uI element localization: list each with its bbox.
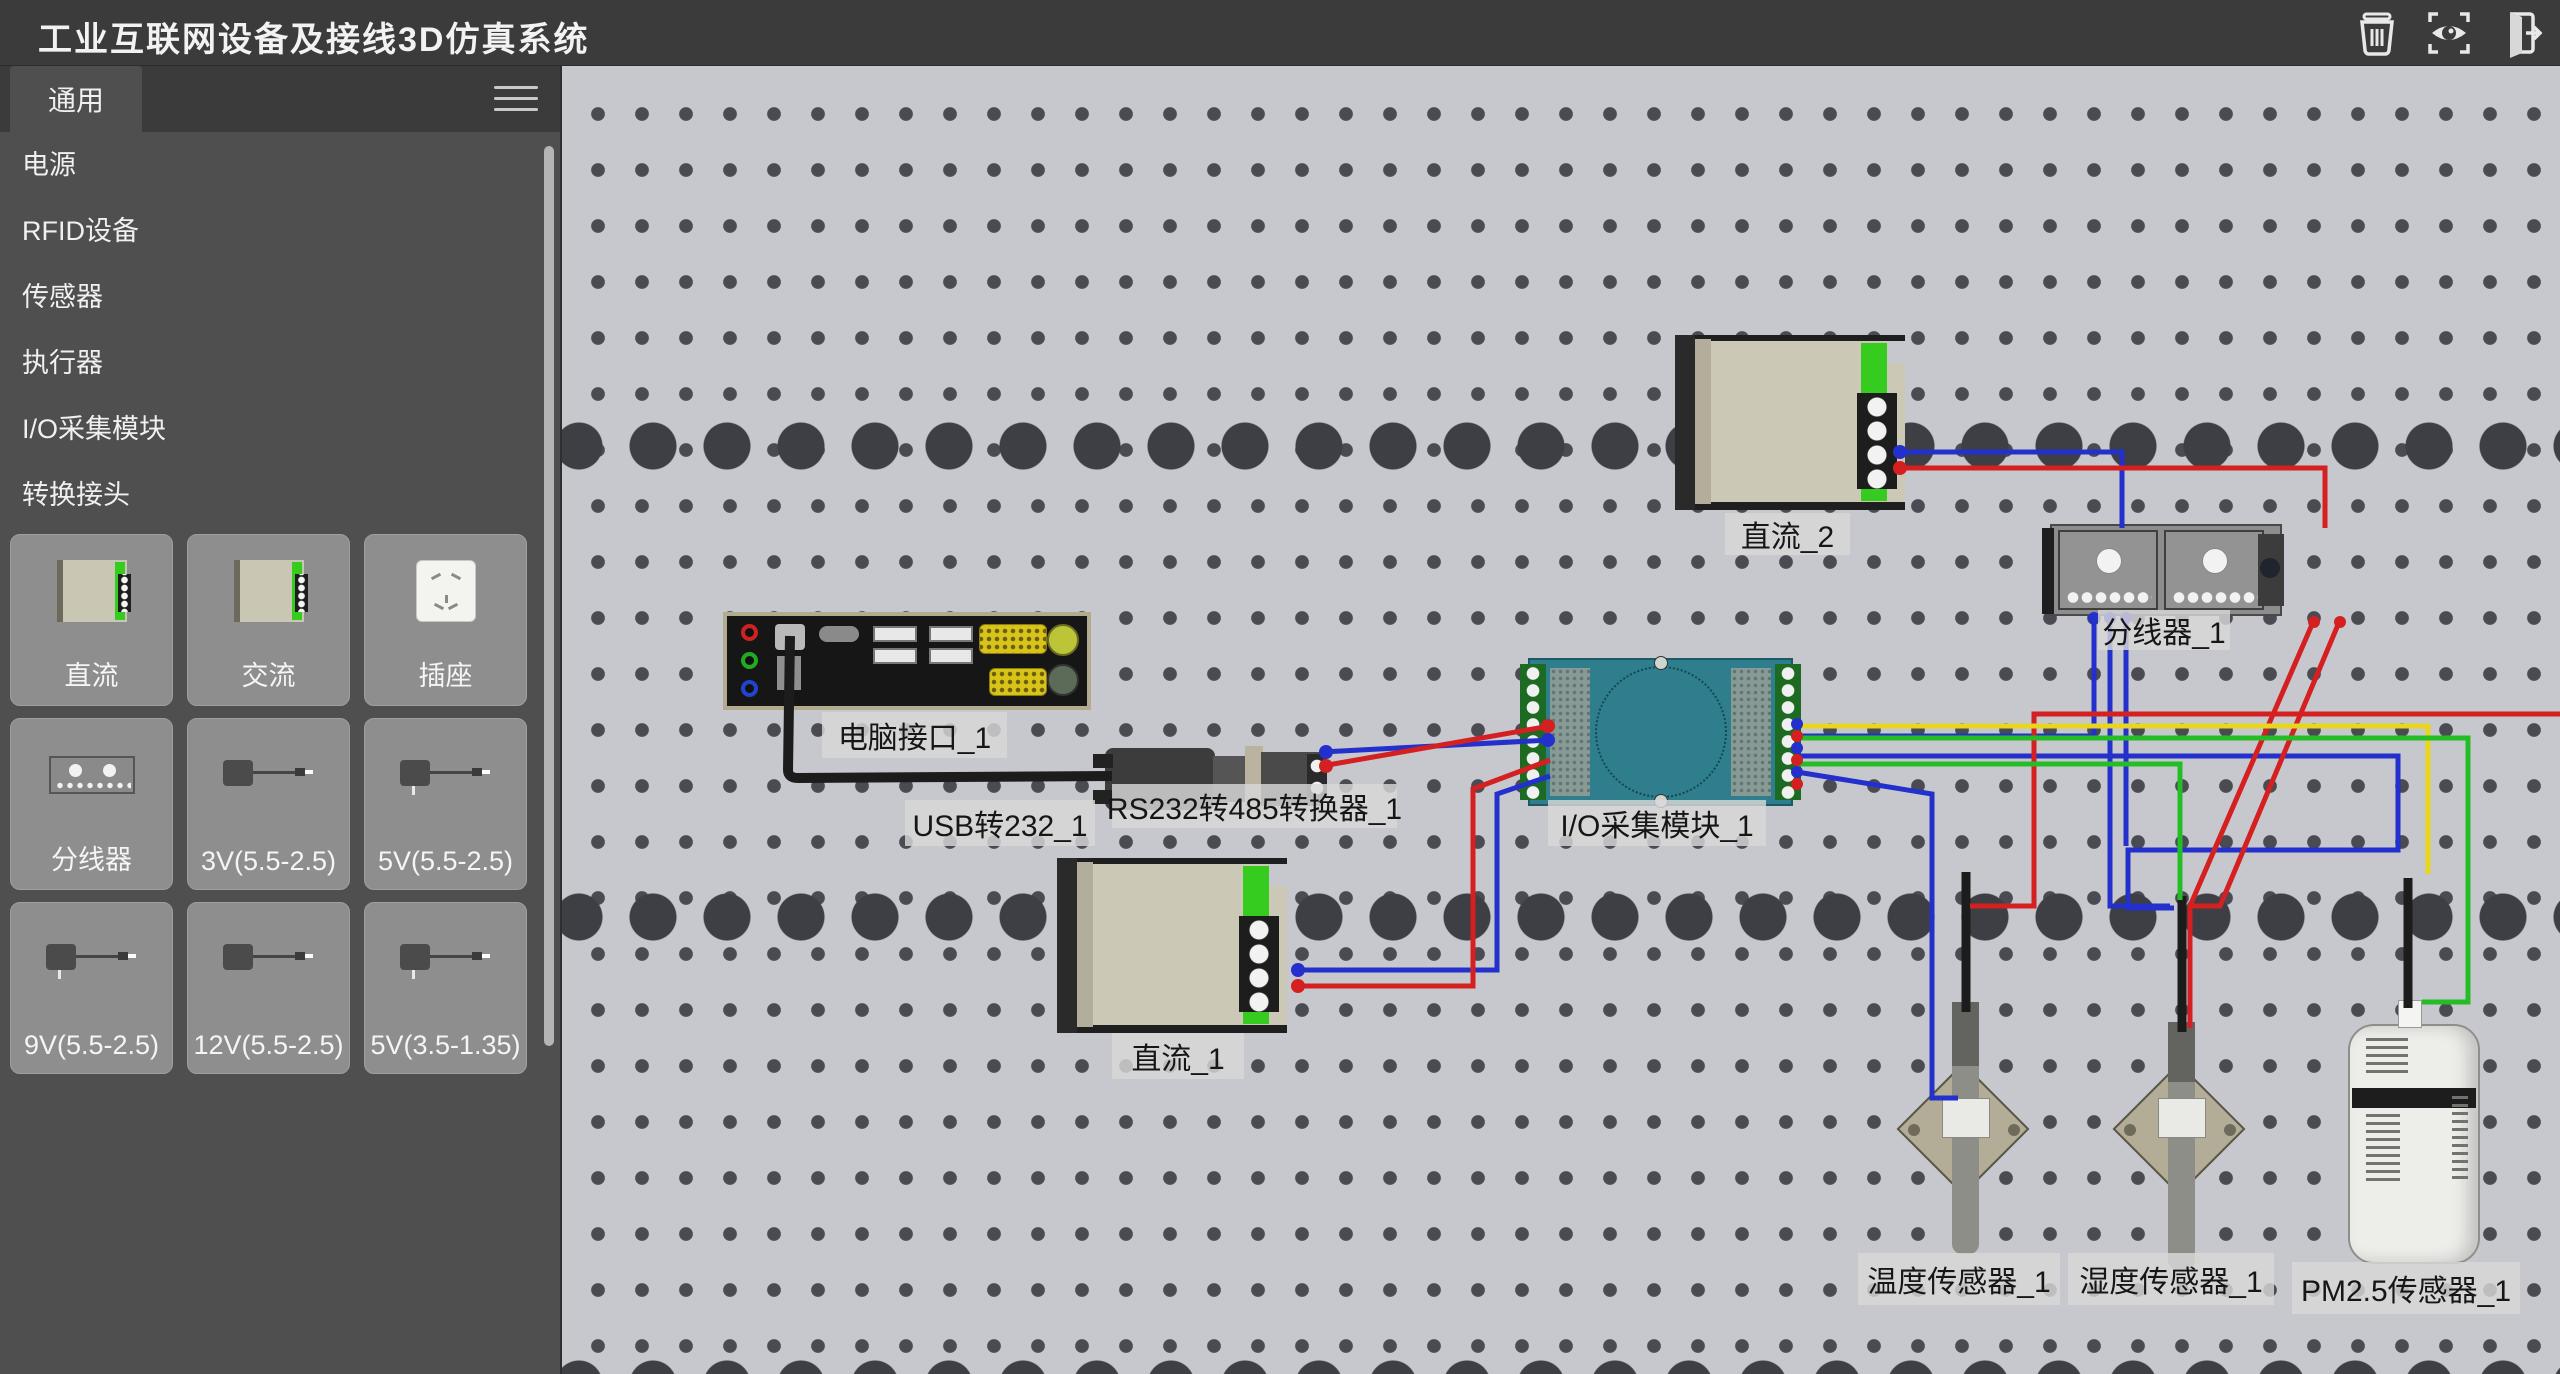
delete-button[interactable] — [2350, 6, 2404, 60]
component-card-9v[interactable]: 9V(5.5-2.5) — [10, 902, 173, 1074]
component-card-socket[interactable]: 插座 — [364, 534, 527, 706]
device-label-dc-2: 直流_2 — [1725, 513, 1850, 555]
device-io-module-1[interactable] — [1528, 658, 1793, 806]
component-label: 9V(5.5-2.5) — [11, 1030, 172, 1061]
ac-psu-thumbnail — [234, 560, 304, 622]
splitter-thumbnail — [49, 756, 135, 794]
component-grid: 直流 交流 插座 分线器 3V(5.5-2.5) 5V(5.5-2.5) — [10, 534, 540, 1074]
component-card-12v[interactable]: 12V(5.5-2.5) — [187, 902, 350, 1074]
menu-item-sensor[interactable]: 传感器 — [0, 264, 560, 330]
menu-icon[interactable] — [494, 86, 538, 112]
adapter-thumbnail — [223, 758, 315, 792]
trash-icon — [2352, 8, 2402, 58]
adapter-thumbnail — [46, 942, 138, 976]
menu-item-io-module[interactable]: I/O采集模块 — [0, 396, 560, 462]
component-label: 3V(5.5-2.5) — [188, 846, 349, 877]
device-label-humidity-sensor-1: 湿度传感器_1 — [2068, 1253, 2274, 1305]
eye-scan-icon — [2424, 8, 2474, 58]
component-card-3v[interactable]: 3V(5.5-2.5) — [187, 718, 350, 890]
preview-button[interactable] — [2422, 6, 2476, 60]
exit-button[interactable] — [2494, 6, 2548, 60]
device-label-splitter-1: 分线器_1 — [2098, 610, 2230, 650]
device-splitter-1[interactable] — [2050, 524, 2282, 616]
sidebar-tabbar: 通用 — [0, 66, 560, 132]
device-dc-2[interactable] — [1675, 335, 1905, 510]
header-bar: 工业互联网设备及接线3D仿真系统 — [0, 0, 2560, 66]
device-label-pm25-sensor-1: PM2.5传感器_1 — [2292, 1262, 2520, 1314]
component-label: 插座 — [365, 654, 526, 693]
component-label: 5V(5.5-2.5) — [365, 846, 526, 877]
dc-psu-thumbnail — [57, 560, 127, 622]
adapter-thumbnail — [400, 758, 492, 792]
app-title: 工业互联网设备及接线3D仿真系统 — [38, 12, 589, 61]
exit-door-icon — [2496, 8, 2546, 58]
header-actions — [2350, 6, 2548, 60]
component-sidebar: 通用 电源 RFID设备 传感器 执行器 I/O采集模块 转换接头 直流 交流 … — [0, 66, 562, 1374]
component-card-5v[interactable]: 5V(5.5-2.5) — [364, 718, 527, 890]
menu-item-adapter[interactable]: 转换接头 — [0, 462, 560, 528]
component-label: 分线器 — [11, 838, 172, 877]
device-dc-1[interactable] — [1057, 858, 1287, 1033]
device-label-io-module-1: I/O采集模块_1 — [1548, 800, 1766, 846]
adapter-thumbnail — [223, 942, 315, 976]
menu-item-rfid[interactable]: RFID设备 — [0, 198, 560, 264]
component-card-dc[interactable]: 直流 — [10, 534, 173, 706]
device-label-rs232-485-1: RS232转485转换器_1 — [1112, 784, 1397, 828]
category-menu: 电源 RFID设备 传感器 执行器 I/O采集模块 转换接头 — [0, 132, 560, 528]
device-label-temp-sensor-1: 温度传感器_1 — [1858, 1253, 2060, 1305]
sidebar-scrollbar[interactable] — [544, 146, 554, 1046]
menu-item-power[interactable]: 电源 — [0, 132, 560, 198]
device-pc-interface-1[interactable] — [723, 612, 1091, 710]
device-label-dc-1: 直流_1 — [1112, 1033, 1244, 1079]
component-label: 5V(3.5-1.35) — [365, 1030, 526, 1061]
component-card-5v-small[interactable]: 5V(3.5-1.35) — [364, 902, 527, 1074]
pegboard-hole-row — [562, 420, 2560, 472]
component-card-splitter[interactable]: 分线器 — [10, 718, 173, 890]
socket-thumbnail — [416, 560, 476, 622]
pegboard-hole-row — [562, 1348, 2560, 1374]
app-window: 工业互联网设备及接线3D仿真系统 — [0, 0, 2560, 1374]
device-label-pc-interface-1: 电脑接口_1 — [822, 712, 1007, 758]
adapter-thumbnail — [400, 942, 492, 976]
tab-general[interactable]: 通用 — [10, 66, 142, 132]
device-label-usb232-1: USB转232_1 — [905, 800, 1095, 846]
device-pm25-sensor-1[interactable] — [2348, 1024, 2480, 1264]
component-card-ac[interactable]: 交流 — [187, 534, 350, 706]
component-label: 交流 — [188, 654, 349, 693]
pegboard-hole-row — [562, 891, 2560, 943]
simulation-board[interactable]: 直流_2 分线器_1 电脑接口_1 USB转232_1 RS232转485转换器… — [562, 66, 2560, 1374]
menu-item-actuator[interactable]: 执行器 — [0, 330, 560, 396]
component-label: 12V(5.5-2.5) — [188, 1030, 349, 1061]
component-label: 直流 — [11, 654, 172, 693]
